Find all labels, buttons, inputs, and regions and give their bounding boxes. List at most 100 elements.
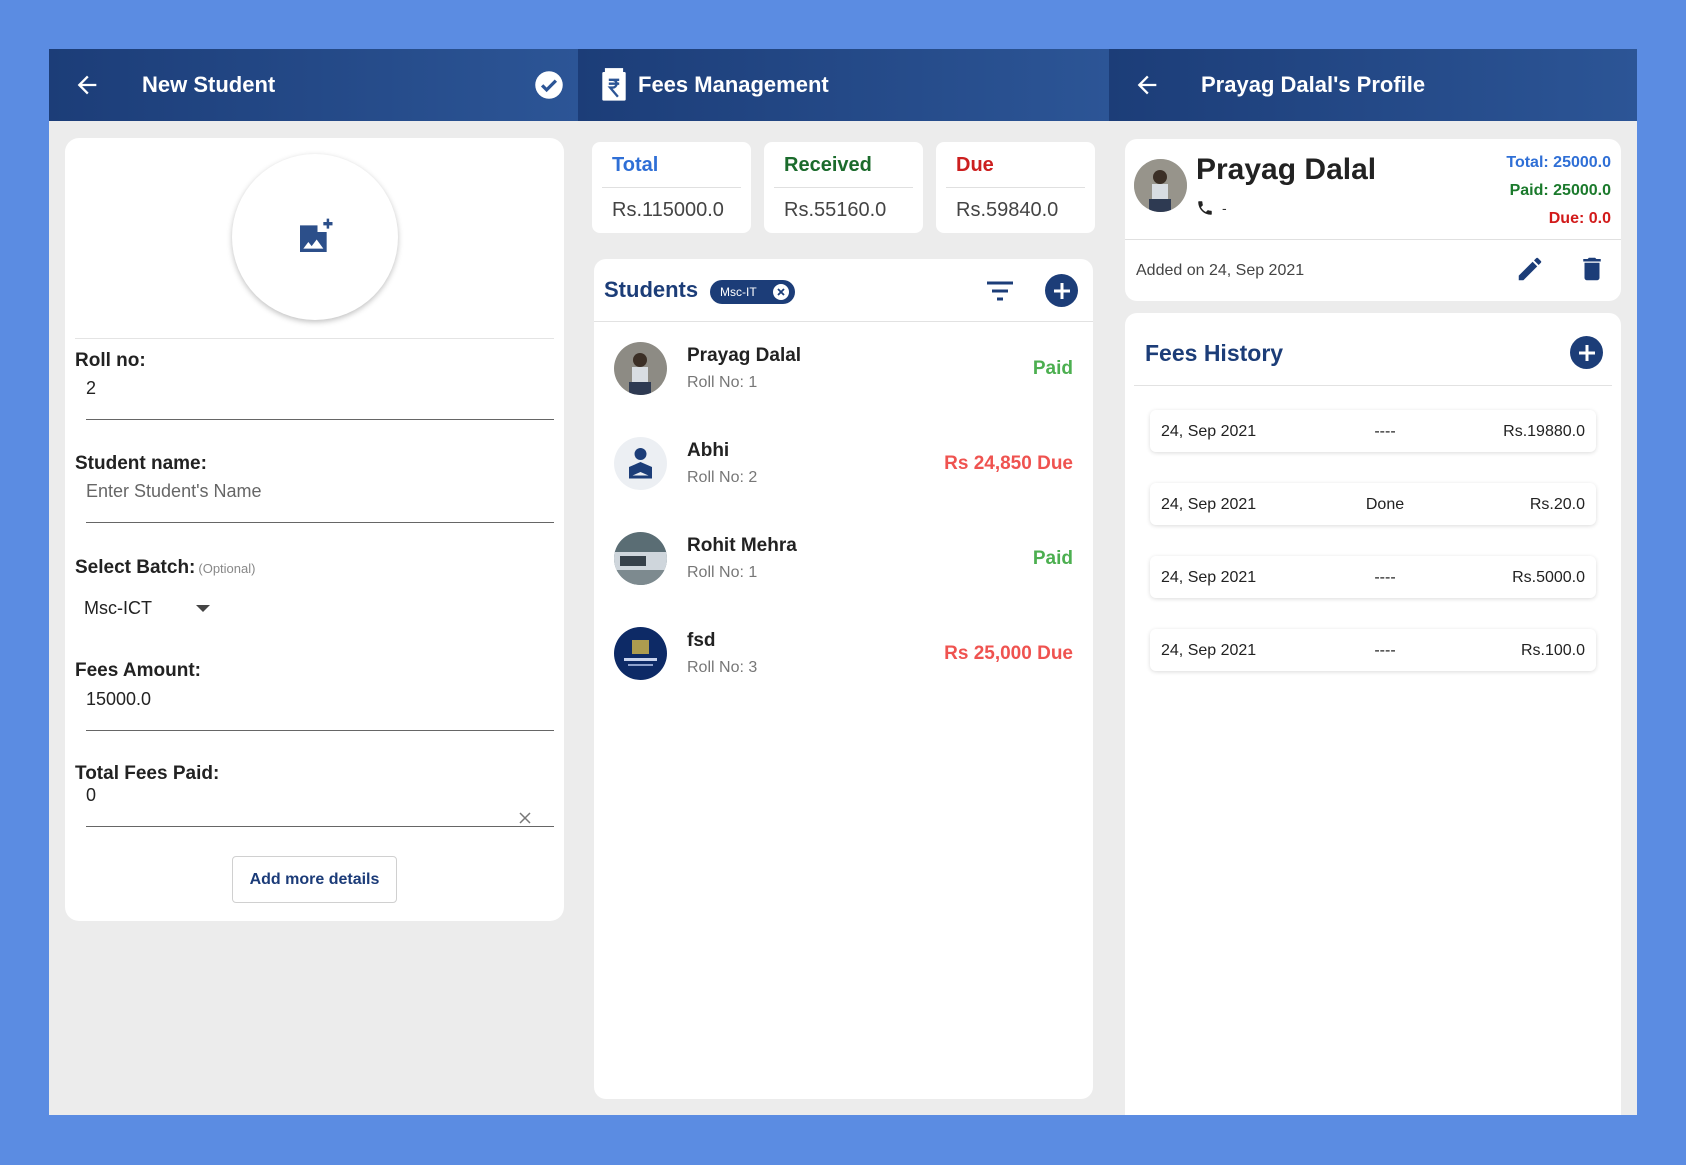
profile-card: Prayag Dalal - Total: 25000.0 Paid: 2500… xyxy=(1125,139,1621,301)
batch-dropdown-value: Msc-ICT xyxy=(84,598,152,618)
payment-amount: Rs.20.0 xyxy=(1529,496,1585,513)
fee-history-row[interactable]: 24, Sep 2021 ---- Rs.100.0 xyxy=(1150,629,1596,671)
student-name: Rohit Mehra xyxy=(687,535,797,556)
chip-close-icon[interactable] xyxy=(773,284,789,300)
divider xyxy=(1125,239,1621,240)
fees-history-card: Fees History 24, Sep 2021 ---- Rs.19880.0 2… xyxy=(1125,313,1621,1115)
person-reading-icon xyxy=(614,437,667,490)
student-name: Prayag Dalal xyxy=(1196,153,1377,186)
fees-history-title: Fees History xyxy=(1145,340,1284,366)
avatar xyxy=(1134,159,1187,212)
select-batch-label: Select Batch: (Optional) xyxy=(75,557,255,579)
payment-status: Done xyxy=(1365,496,1405,513)
add-payment-button[interactable] xyxy=(1570,336,1603,369)
student-name: Abhi xyxy=(687,440,730,461)
payment-status: ---- xyxy=(1374,569,1396,586)
payment-amount: Rs.5000.0 xyxy=(1512,569,1585,586)
students-header: Students Msc-IT xyxy=(594,259,1093,322)
stat-label: Received xyxy=(784,154,872,176)
fee-history-row[interactable]: 24, Sep 2021 ---- Rs.5000.0 xyxy=(1150,556,1596,598)
app-bar: Prayag Dalal's Profile xyxy=(1109,49,1637,121)
batch-filter-chip[interactable]: Msc-IT xyxy=(710,280,795,304)
divider xyxy=(75,338,554,339)
phone-icon xyxy=(1198,201,1212,215)
fee-status: Paid xyxy=(1032,548,1073,569)
student-name: Prayag Dalal xyxy=(687,345,802,366)
added-on-date: Added on 24, Sep 2021 xyxy=(1136,262,1305,279)
clear-icon[interactable] xyxy=(515,808,535,828)
student-list-item[interactable]: Abhi Roll No: 2 Rs 24,850 Due xyxy=(594,417,1093,512)
avatar xyxy=(614,532,667,585)
screen-title: New Student xyxy=(142,72,276,97)
student-name-input[interactable] xyxy=(86,469,554,523)
divider xyxy=(774,187,913,188)
student-list-item[interactable]: fsd Roll No: 3 Rs 25,000 Due xyxy=(594,607,1093,702)
fee-status: Rs 24,850 Due xyxy=(944,453,1073,474)
payment-amount: Rs.100.0 xyxy=(1520,642,1585,659)
student-roll-no: Roll No: 1 xyxy=(687,374,758,391)
chip-label: Msc-IT xyxy=(720,285,757,299)
payment-status: ---- xyxy=(1374,642,1396,659)
student-roll-no: Roll No: 1 xyxy=(687,564,758,581)
divider xyxy=(602,187,741,188)
select-batch-label-text: Select Batch: xyxy=(75,557,196,578)
back-arrow-icon[interactable] xyxy=(73,71,101,99)
add-photo-icon xyxy=(300,218,333,252)
student-list-item[interactable]: Prayag Dalal Roll No: 1 Paid xyxy=(594,322,1093,417)
screen-title: Fees Management xyxy=(638,72,829,97)
app-bar: New Student xyxy=(49,49,578,121)
fee-summary: Total: 25000.0 Paid: 25000.0 Due: 0.0 xyxy=(1506,149,1611,233)
student-list-item[interactable]: Rohit Mehra Roll No: 1 Paid xyxy=(594,512,1093,607)
students-title: Students xyxy=(604,277,699,302)
fee-history-row[interactable]: 24, Sep 2021 ---- Rs.19880.0 xyxy=(1150,410,1596,452)
fee-status: Rs 25,000 Due xyxy=(944,643,1073,664)
summary-paid: Paid: 25000.0 xyxy=(1509,182,1611,199)
phone-row: - xyxy=(1196,199,1227,217)
delete-icon[interactable] xyxy=(1577,254,1607,284)
avatar xyxy=(614,627,667,680)
app-bar: Fees Management xyxy=(578,49,1109,121)
save-check-icon[interactable] xyxy=(534,70,564,100)
stat-card-received: Received Rs.55160.0 xyxy=(764,142,923,233)
screen-title: Prayag Dalal's Profile xyxy=(1201,72,1426,97)
payment-date: 24, Sep 2021 xyxy=(1161,642,1257,659)
roll-no-input[interactable] xyxy=(86,366,554,420)
add-photo-button[interactable] xyxy=(232,154,398,320)
stat-card-due: Due Rs.59840.0 xyxy=(936,142,1095,233)
batch-dropdown[interactable]: Msc-ICT xyxy=(84,598,210,619)
fees-management-screen: Fees Management Total Rs.115000.0 Receiv… xyxy=(578,49,1109,1115)
total-fees-paid-input[interactable] xyxy=(86,773,554,827)
divider xyxy=(946,187,1085,188)
phone-number: - xyxy=(1222,200,1227,216)
student-name: fsd xyxy=(687,630,716,651)
optional-hint: (Optional) xyxy=(198,561,256,576)
student-form-card: Roll no: Student name: Select Batch:(Opt… xyxy=(65,138,564,921)
payment-amount: Rs.19880.0 xyxy=(1503,423,1585,440)
avatar xyxy=(614,342,667,395)
stat-amount: Rs.115000.0 xyxy=(612,199,724,221)
stat-amount: Rs.55160.0 xyxy=(784,199,887,221)
edit-icon[interactable] xyxy=(1515,254,1545,284)
dropdown-caret-icon xyxy=(195,605,210,612)
filter-icon[interactable] xyxy=(984,277,1016,305)
receipt-rupee-icon xyxy=(602,68,626,101)
payment-date: 24, Sep 2021 xyxy=(1161,569,1257,586)
fees-amount-input[interactable] xyxy=(86,677,554,731)
student-roll-no: Roll No: 3 xyxy=(687,659,758,676)
stat-amount: Rs.59840.0 xyxy=(956,199,1059,221)
fee-history-row[interactable]: 24, Sep 2021 Done Rs.20.0 xyxy=(1150,483,1596,525)
add-student-button[interactable] xyxy=(1045,274,1078,307)
back-arrow-icon[interactable] xyxy=(1133,71,1161,99)
payment-date: 24, Sep 2021 xyxy=(1161,423,1257,440)
stat-label: Due xyxy=(956,154,994,176)
summary-total: Total: 25000.0 xyxy=(1506,154,1611,171)
fee-status: Paid xyxy=(1032,358,1073,379)
screens-container: New Student Roll no: Student name: Selec… xyxy=(49,49,1637,1115)
new-student-screen: New Student Roll no: Student name: Selec… xyxy=(49,49,578,1115)
profile-screen: Prayag Dalal's Profile Prayag Dalal - To… xyxy=(1109,49,1637,1115)
students-list-card: Students Msc-IT Prayag Dalal Roll No: 1 Pa… xyxy=(594,259,1093,1099)
fees-history-header: Fees History xyxy=(1134,313,1612,386)
stat-card-total: Total Rs.115000.0 xyxy=(592,142,751,233)
add-more-details-button[interactable]: Add more details xyxy=(232,856,397,903)
payment-status: ---- xyxy=(1374,423,1396,440)
